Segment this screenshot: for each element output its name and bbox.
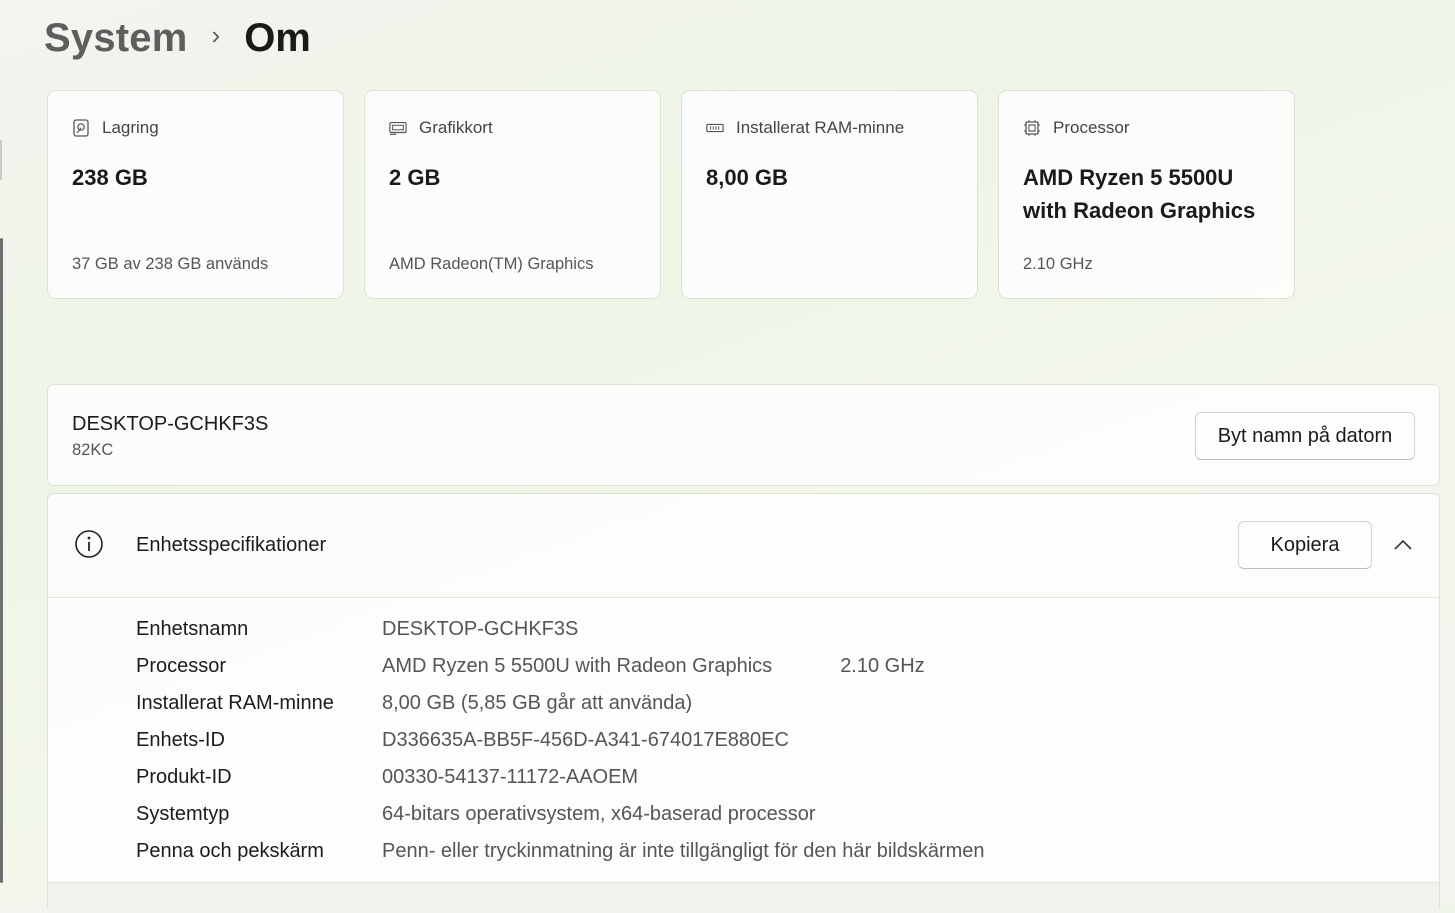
card-subtext: 37 GB av 238 GB används [72, 255, 269, 273]
card-graphics[interactable]: Grafikkort 2 GB AMD Radeon(TM) Graphics [364, 90, 661, 299]
card-subtext: 2.10 GHz [1023, 255, 1093, 273]
card-value: AMD Ryzen 5 5500U with Radeon Graphics [1023, 165, 1256, 223]
card-label: Lagring [102, 118, 159, 137]
scrollbar[interactable] [0, 238, 3, 883]
specifications-header[interactable]: Enhetsspecifikationer Kopiera [48, 494, 1439, 598]
card-storage[interactable]: Lagring 238 GB 37 GB av 238 GB används [47, 90, 344, 299]
spec-row: Produkt-ID 00330-54137-11172-AAOEM [136, 759, 985, 796]
spec-row: Enhets-ID D336635A-BB5F-456D-A341-674017… [136, 722, 985, 759]
page-title: Om [244, 15, 311, 60]
chevron-right-icon: › [211, 19, 221, 50]
spec-label: Penna och pekskärm [136, 840, 324, 862]
spec-value: Penn- eller tryckinmatning är inte tillg… [382, 840, 985, 862]
spec-row: Systemtyp 64-bitars operativsystem, x64-… [136, 796, 985, 833]
device-name: DESKTOP-GCHKF3S [72, 413, 269, 435]
next-section-divider [48, 882, 1439, 913]
card-label: Processor [1053, 118, 1130, 137]
processor-icon [1023, 119, 1041, 137]
chevron-up-icon[interactable] [1392, 534, 1414, 556]
info-icon [74, 529, 104, 559]
card-label: Installerat RAM-minne [736, 118, 905, 137]
graphics-card-icon [389, 119, 407, 137]
card-value: 238 GB [72, 165, 148, 190]
spec-value: AMD Ryzen 5 5500U with Radeon Graphics [382, 655, 773, 677]
spec-row: Enhetsnamn DESKTOP-GCHKF3S [136, 611, 985, 648]
spec-label: Enhets-ID [136, 729, 225, 751]
device-specifications-panel: Enhetsspecifikationer Kopiera Enhetsnamn… [47, 493, 1440, 913]
spec-label: Installerat RAM-minne [136, 692, 334, 714]
spec-extra-value: 2.10 GHz [840, 655, 925, 677]
card-processor[interactable]: Processor AMD Ryzen 5 5500U with Radeon … [998, 90, 1295, 299]
spec-value: 8,00 GB (5,85 GB går att använda) [382, 692, 693, 714]
spec-label: Enhetsnamn [136, 618, 249, 640]
rename-pc-button[interactable]: Byt namn på datorn [1195, 412, 1415, 460]
card-subtext: AMD Radeon(TM) Graphics [389, 255, 594, 273]
spec-row: Penna och pekskärm Penn- eller tryckinma… [136, 833, 985, 870]
specifications-list: Enhetsnamn DESKTOP-GCHKF3S Processor AMD… [136, 611, 985, 870]
device-model: 82KC [72, 441, 114, 459]
specifications-title: Enhetsspecifikationer [136, 534, 327, 556]
summary-cards: Lagring 238 GB 37 GB av 238 GB används G… [47, 90, 1295, 299]
spec-value: 64-bitars operativsystem, x64-baserad pr… [382, 803, 816, 825]
spec-label: Systemtyp [136, 803, 230, 825]
spec-label: Produkt-ID [136, 766, 232, 788]
copy-button[interactable]: Kopiera [1238, 521, 1372, 569]
breadcrumb-system-link[interactable]: System [44, 16, 188, 61]
spec-label: Processor [136, 655, 227, 677]
spec-value: 00330-54137-11172-AAOEM [382, 766, 639, 788]
spec-value: D336635A-BB5F-456D-A341-674017E880EC [382, 729, 789, 751]
card-value: 2 GB [389, 165, 441, 190]
card-value: 8,00 GB [706, 165, 788, 190]
window-edge-marker [0, 140, 2, 180]
storage-icon [72, 119, 90, 137]
device-name-panel: DESKTOP-GCHKF3S 82KC Byt namn på datorn [47, 384, 1440, 486]
spec-row: Installerat RAM-minne 8,00 GB (5,85 GB g… [136, 685, 985, 722]
card-label: Grafikkort [419, 118, 493, 137]
breadcrumb: System › Om [44, 8, 311, 68]
card-ram[interactable]: Installerat RAM-minne 8,00 GB [681, 90, 978, 299]
spec-value: DESKTOP-GCHKF3S [382, 618, 579, 640]
spec-row: Processor AMD Ryzen 5 5500U with Radeon … [136, 648, 985, 685]
ram-icon [706, 119, 724, 137]
